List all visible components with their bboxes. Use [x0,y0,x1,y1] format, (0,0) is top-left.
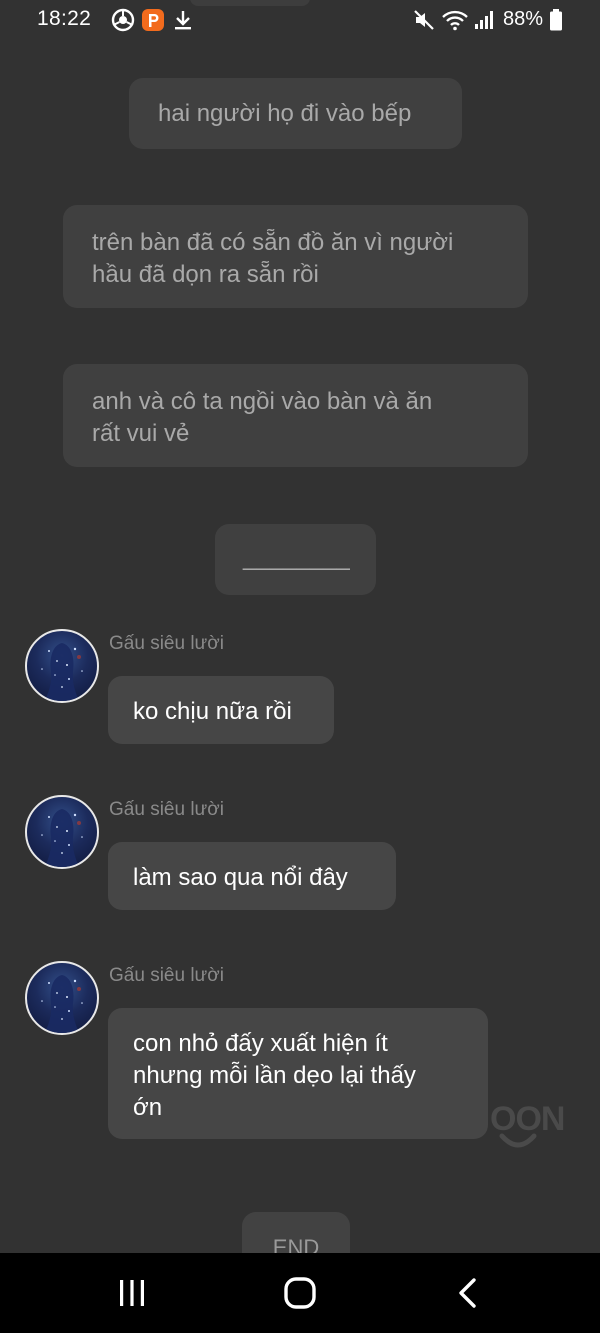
back-button[interactable] [438,1271,498,1315]
home-icon [284,1277,316,1309]
sender-name: Gấu siêu lười [109,633,224,654]
avatar[interactable] [25,795,99,869]
signal-icon [473,8,495,32]
narration-divider: ________ [243,544,350,571]
sender-name: Gấu siêu lười [109,965,224,986]
message-bubble[interactable]: ko chịu nữa rồi [108,676,334,744]
message-line: ớn [133,1094,163,1121]
watermark-smile-icon [498,1132,538,1159]
narration-bubble: anh và cô ta ngồi vào bàn và ăn rất vui … [63,364,528,467]
recent-apps-button[interactable] [102,1271,162,1315]
recent-apps-icon [120,1280,144,1306]
message-bubble[interactable]: làm sao qua nổi đây [108,842,396,910]
narration-line: rất vui vẻ [92,420,190,447]
download-icon [172,8,194,32]
sender-name: Gấu siêu lười [109,799,224,820]
message-line: làm sao qua nổi đây [133,864,348,891]
navigation-bar [0,1253,600,1333]
status-bar: 18:22 88% [0,0,600,44]
back-icon [459,1278,476,1308]
wifi-icon [441,8,469,32]
avatar-image-icon [41,643,83,701]
message-bubble[interactable]: con nhỏ đấy xuất hiện ít nhưng mỗi lần d… [108,1008,488,1139]
avatar[interactable] [25,629,99,703]
notch-pill [190,0,310,6]
p-app-icon [141,8,165,32]
narration-line: hầu đã dọn ra sẵn rồi [92,261,319,288]
avatar-image-icon [41,809,83,867]
message-line: ko chịu nữa rồi [133,698,292,725]
message-line: con nhỏ đấy xuất hiện ít [133,1030,388,1057]
avatar[interactable] [25,961,99,1035]
narration-line: anh và cô ta ngồi vào bàn và ăn [92,388,433,415]
narration-line: trên bàn đã có sẵn đồ ăn vì người [92,229,454,256]
avatar-image-icon [41,975,83,1033]
chrome-circle-icon [111,8,135,32]
narration-bubble: trên bàn đã có sẵn đồ ăn vì người hầu đã… [63,205,528,308]
message-line: nhưng mỗi lần dẹo lại thấy [133,1062,416,1089]
status-time: 18:22 [37,7,92,30]
mute-icon [412,8,436,32]
battery-icon [549,8,563,32]
narration-line: hai người họ đi vào bếp [158,100,412,127]
battery-percent: 88% [503,8,544,30]
narration-divider-bubble: ________ [215,524,376,595]
narration-bubble: hai người họ đi vào bếp [129,78,462,149]
home-button[interactable] [270,1271,330,1315]
